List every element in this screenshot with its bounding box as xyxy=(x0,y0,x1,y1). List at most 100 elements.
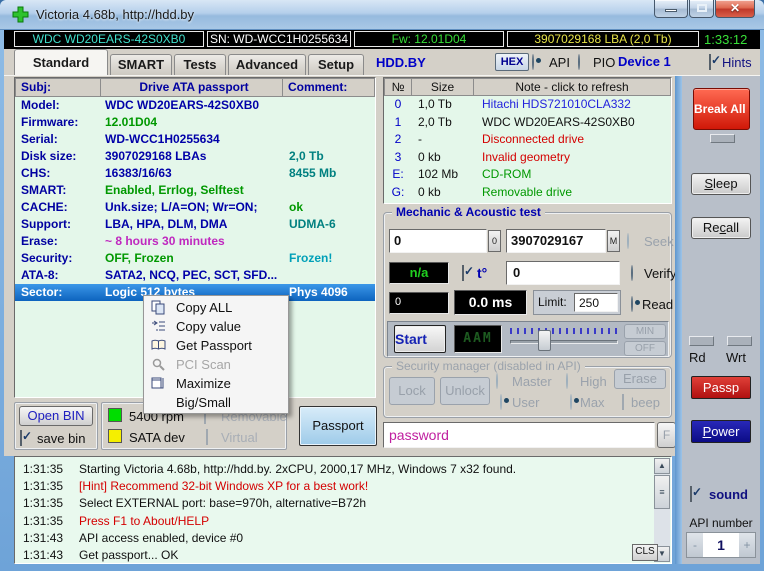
log-line: 1:31:35 Starting Victoria 4.68b, http://h… xyxy=(23,462,517,476)
verify-radio[interactable] xyxy=(631,265,633,281)
user-radio-label: User xyxy=(512,395,540,410)
list-item[interactable]: 30 kb Invalid geometry xyxy=(384,149,671,167)
tab-standard[interactable]: Standard xyxy=(14,49,108,75)
virtual-checkbox[interactable] xyxy=(206,429,208,445)
unlock-button[interactable]: Unlock xyxy=(440,377,490,405)
minimize-icon xyxy=(665,9,677,12)
info-serial: SN: WD-WCC1H0255634 xyxy=(207,31,351,47)
read-radio[interactable] xyxy=(631,296,633,312)
lock-button[interactable]: Lock xyxy=(389,377,435,405)
api-number-decrement[interactable]: - xyxy=(687,533,703,557)
virtual-label: Virtual xyxy=(221,430,258,445)
table-row[interactable]: Disk size: 3907029168 LBAs 2,0 Tb xyxy=(15,148,375,165)
table-row[interactable]: CHS: 16383/16/63 8455 Mb xyxy=(15,165,375,182)
drive-list-header[interactable]: № Size Note - click to refresh xyxy=(384,78,671,96)
pio-radio[interactable] xyxy=(578,54,580,70)
start-lba-zero-button[interactable]: 0 xyxy=(488,230,501,252)
recall-button[interactable]: Recall xyxy=(691,217,751,239)
title-bar[interactable]: Victoria 4.68b, http://hdd.by ✕ xyxy=(0,0,764,30)
erase-button[interactable]: Erase xyxy=(614,369,666,389)
table-row[interactable]: Security: OFF, Frozen Frozen! xyxy=(15,250,375,267)
table-row[interactable]: SMART: Enabled, Errlog, Selftest xyxy=(15,182,375,199)
master-radio-label: Master xyxy=(512,374,552,389)
book-icon xyxy=(151,338,166,353)
end-lba-input[interactable]: 3907029167 xyxy=(506,229,606,253)
info-firmware: Fw: 12.01D04 xyxy=(354,31,504,47)
table-row[interactable]: Firmware: 12.01D04 xyxy=(15,114,375,131)
tab-advanced[interactable]: Advanced xyxy=(228,54,306,75)
maximize-button[interactable] xyxy=(689,0,714,18)
api-number-label: API number xyxy=(689,516,753,530)
master-radio[interactable] xyxy=(496,373,498,389)
temperature-checkbox-label: t° xyxy=(477,265,488,281)
table-row[interactable]: Serial: WD-WCC1H0255634 xyxy=(15,131,375,148)
menu-item-get-passport[interactable]: Get Passport xyxy=(144,336,288,355)
menu-item-pci-scan[interactable]: PCI Scan xyxy=(144,355,288,374)
menu-item-maximize[interactable]: Maximize xyxy=(144,374,288,393)
passport-header-subj: Subj: xyxy=(15,78,101,97)
table-row[interactable]: Model: WDC WD20EARS-42S0XB0 xyxy=(15,97,375,114)
list-item[interactable]: G: 0 kb Removable drive xyxy=(384,184,671,202)
clear-log-button[interactable]: CLS xyxy=(632,544,658,561)
open-bin-button[interactable]: Open BIN xyxy=(19,406,93,426)
minimize-button[interactable] xyxy=(654,0,688,18)
api-radio[interactable] xyxy=(532,54,534,70)
scroll-up-button[interactable]: ▲ xyxy=(654,458,670,474)
end-lba-max-button[interactable]: M xyxy=(607,230,620,252)
hints-checkbox[interactable] xyxy=(709,54,711,70)
list-item[interactable]: E: 102 Mb CD-ROM xyxy=(384,166,671,184)
list-item[interactable]: 0 1,0 Tb Hitachi HDS721010CLA332 xyxy=(384,96,671,114)
power-button[interactable]: Power xyxy=(691,420,751,443)
security-manager-group: Security manager (disabled in API) Lock … xyxy=(383,359,672,418)
menu-item-copy-value[interactable]: Copy value xyxy=(144,317,288,336)
aam-slider-track[interactable] xyxy=(510,340,618,344)
scrollbar-thumb[interactable]: ≡ xyxy=(654,475,670,509)
error-counter-display: 0 xyxy=(389,292,449,314)
context-menu: Copy ALL Copy value Get Passport PCI Sca… xyxy=(143,295,289,414)
table-row[interactable]: ATA-8: SATA2, NCQ, PEC, SCT, SFD... xyxy=(15,267,375,284)
start-button[interactable]: Start xyxy=(394,325,446,353)
tab-smart[interactable]: SMART xyxy=(110,54,172,75)
list-item[interactable]: 2- Disconnected drive xyxy=(384,131,671,149)
passp-button[interactable]: Passp xyxy=(691,376,751,399)
aam-min-button[interactable]: MIN xyxy=(624,324,666,339)
app-icon xyxy=(12,6,29,23)
menu-item-copy-all[interactable]: Copy ALL xyxy=(144,298,288,317)
read-indicator xyxy=(689,336,714,346)
password-f-button[interactable]: F xyxy=(657,422,676,448)
sound-checkbox[interactable] xyxy=(690,486,692,502)
max-radio-label: Max xyxy=(580,395,605,410)
api-number-increment[interactable]: + xyxy=(739,533,755,557)
high-radio[interactable] xyxy=(566,373,568,389)
temperature-input[interactable]: 0 xyxy=(506,261,620,285)
table-row[interactable]: Support: LBA, HPA, DLM, DMA UDMA-6 xyxy=(15,216,375,233)
list-item[interactable]: 1 2,0 Tb WDC WD20EARS-42S0XB0 xyxy=(384,114,671,132)
max-radio[interactable] xyxy=(570,394,572,410)
temperature-checkbox[interactable] xyxy=(462,265,464,281)
aam-off-button[interactable]: OFF xyxy=(624,341,666,356)
limit-input[interactable]: 250 xyxy=(574,293,618,312)
beep-checkbox[interactable] xyxy=(622,394,624,410)
menu-item-big-small[interactable]: Big/Small xyxy=(144,393,288,412)
break-all-button[interactable]: Break All xyxy=(693,88,750,130)
table-row[interactable]: CACHE: Unk.size; L/A=ON; Wr=ON; ok xyxy=(15,199,375,216)
close-button[interactable]: ✕ xyxy=(715,0,755,18)
limit-label: Limit: xyxy=(538,295,567,309)
aam-slider-thumb[interactable] xyxy=(538,330,551,351)
mechanic-test-group: Mechanic & Acoustic test 0 0 3907029167 … xyxy=(383,205,677,358)
sleep-button[interactable]: Sleep xyxy=(691,173,751,195)
save-bin-checkbox[interactable] xyxy=(20,430,22,446)
copy-value-icon xyxy=(151,319,166,334)
table-row[interactable]: Erase: ~ 8 hours 30 minutes xyxy=(15,233,375,250)
user-radio[interactable] xyxy=(500,394,502,410)
sata-label: SATA dev xyxy=(129,430,185,445)
tab-tests[interactable]: Tests xyxy=(174,54,226,75)
right-control-panel: Break All Sleep Recall Rd Wrt Passp Powe… xyxy=(682,76,760,564)
start-lba-input[interactable]: 0 xyxy=(389,229,487,253)
passport-button[interactable]: Passport xyxy=(299,406,377,446)
hex-button[interactable]: HEX xyxy=(495,53,529,71)
site-label: HDD.BY xyxy=(376,55,426,70)
password-input[interactable]: password xyxy=(383,422,655,448)
tab-setup[interactable]: Setup xyxy=(308,54,364,75)
seek-radio[interactable] xyxy=(627,233,629,249)
